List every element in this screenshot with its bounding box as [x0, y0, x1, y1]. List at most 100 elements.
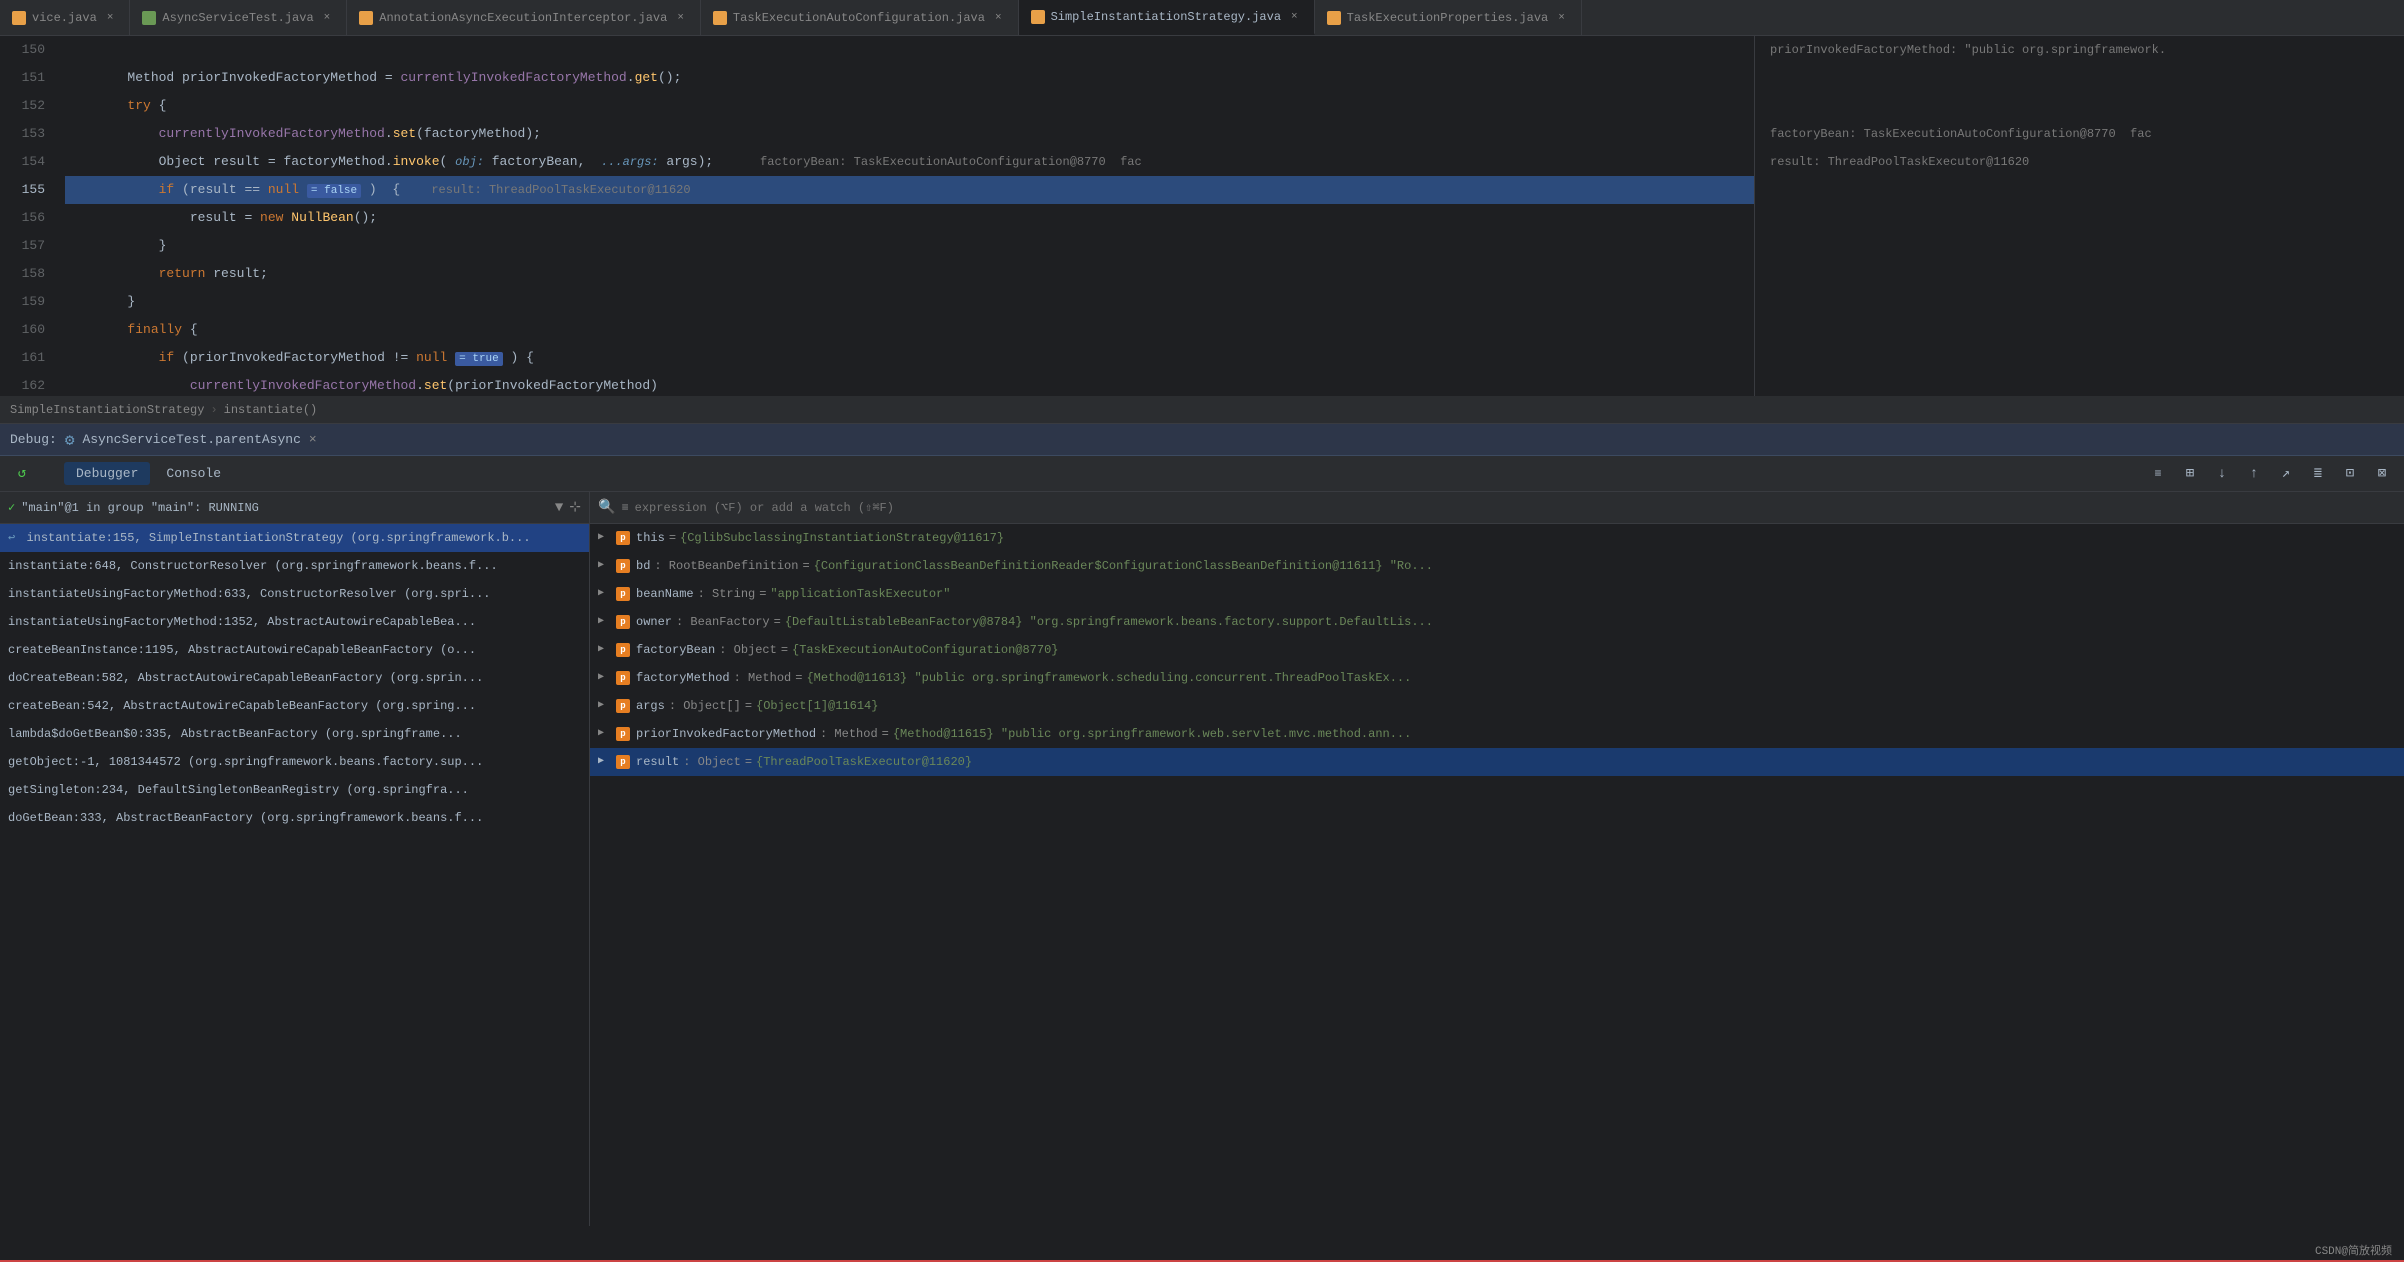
- var-beanname-value: "applicationTaskExecutor": [770, 580, 950, 608]
- line-153: 153: [0, 120, 45, 148]
- tab-close-task-exec[interactable]: ×: [991, 10, 1006, 26]
- code-editor: 150 151 152 153 154 155 156 157 158 159 …: [0, 36, 2404, 396]
- expand-factorybean-icon[interactable]: ▶: [598, 636, 610, 664]
- tab-close-simple[interactable]: ×: [1287, 9, 1302, 25]
- code-line-150: [65, 36, 1754, 64]
- var-factorybean-eq: =: [781, 636, 788, 664]
- var-args-name: args: [636, 692, 665, 720]
- tab-label-annotation: AnnotationAsyncExecutionInterceptor.java: [379, 11, 667, 25]
- var-prior-type: : Method: [820, 720, 878, 748]
- tab-annotation[interactable]: AnnotationAsyncExecutionInterceptor.java…: [347, 0, 701, 35]
- debug-close[interactable]: ×: [309, 432, 317, 447]
- tab-vice[interactable]: vice.java ×: [0, 0, 130, 35]
- stack-frame-9[interactable]: getSingleton:234, DefaultSingletonBeanRe…: [0, 776, 589, 804]
- tab-close-task-props[interactable]: ×: [1554, 10, 1569, 26]
- debug-btn-evaluate[interactable]: ≣: [2304, 460, 2332, 488]
- expand-prior-icon[interactable]: ▶: [598, 720, 610, 748]
- var-this-name: this: [636, 524, 665, 552]
- debug-btn-step-over[interactable]: ⊞: [2176, 460, 2204, 488]
- breadcrumb-method[interactable]: instantiate(): [224, 403, 318, 417]
- stack-frame-2[interactable]: instantiateUsingFactoryMethod:633, Const…: [0, 580, 589, 608]
- tab-simple-instantiation[interactable]: SimpleInstantiationStrategy.java ×: [1019, 0, 1315, 35]
- expand-factorymethod-icon[interactable]: ▶: [598, 664, 610, 692]
- var-bd-name: bd: [636, 552, 650, 580]
- thread-status-text: "main"@1 in group "main": RUNNING: [21, 501, 259, 515]
- breadcrumb: SimpleInstantiationStrategy › instantiat…: [0, 396, 2404, 424]
- var-bd[interactable]: ▶ p bd : RootBeanDefinition = {Configura…: [590, 552, 2404, 580]
- tab-icon-task-props: [1327, 11, 1341, 25]
- expand-beanname-icon[interactable]: ▶: [598, 580, 610, 608]
- var-beanname-eq: =: [759, 580, 766, 608]
- var-search-input[interactable]: [635, 501, 2396, 515]
- var-this[interactable]: ▶ p this = {CglibSubclassingInstantiatio…: [590, 524, 2404, 552]
- stack-frame-6[interactable]: createBean:542, AbstractAutowireCapableB…: [0, 692, 589, 720]
- debug-restart-btn[interactable]: ↺: [8, 460, 36, 488]
- tab-async-service[interactable]: AsyncServiceTest.java ×: [130, 0, 347, 35]
- var-factory-method[interactable]: ▶ p factoryMethod : Method = {Method@116…: [590, 664, 2404, 692]
- tab-close-async[interactable]: ×: [320, 10, 335, 26]
- var-bd-icon: p: [616, 559, 630, 573]
- bottom-bar-text: CSDN@简放视频: [2315, 1246, 2392, 1258]
- stack-frame-4-label: createBeanInstance:1195, AbstractAutowir…: [8, 643, 476, 657]
- stack-frame-3[interactable]: instantiateUsingFactoryMethod:1352, Abst…: [0, 608, 589, 636]
- stack-frame-0[interactable]: ↩ instantiate:155, SimpleInstantiationSt…: [0, 524, 589, 552]
- expand-this-icon[interactable]: ▶: [598, 524, 610, 552]
- debug-label: Debug:: [10, 432, 57, 447]
- stack-frame-2-label: instantiateUsingFactoryMethod:633, Const…: [8, 587, 490, 601]
- var-prior-factory-method[interactable]: ▶ p priorInvokedFactoryMethod : Method =…: [590, 720, 2404, 748]
- var-factory-bean[interactable]: ▶ p factoryBean : Object = {TaskExecutio…: [590, 636, 2404, 664]
- var-beanname-type: : String: [698, 580, 756, 608]
- line-158: 158: [0, 260, 45, 288]
- var-result[interactable]: ▶ p result : Object = {ThreadPoolTaskExe…: [590, 748, 2404, 776]
- filter-funnel-icon[interactable]: ⊹: [569, 499, 581, 516]
- code-line-157: ● }: [65, 232, 1754, 260]
- expand-args-icon[interactable]: ▶: [598, 692, 610, 720]
- tab-task-exec[interactable]: TaskExecutionAutoConfiguration.java ×: [701, 0, 1019, 35]
- stack-frame-4[interactable]: createBeanInstance:1195, AbstractAutowir…: [0, 636, 589, 664]
- return-arrow-icon: ↩: [8, 531, 15, 545]
- code-line-162: currentlyInvokedFactoryMethod.set(priorI…: [65, 372, 1754, 396]
- stack-frame-8[interactable]: getObject:-1, 1081344572 (org.springfram…: [0, 748, 589, 776]
- stack-frame-1[interactable]: instantiate:648, ConstructorResolver (or…: [0, 552, 589, 580]
- debug-session[interactable]: AsyncServiceTest.parentAsync: [82, 432, 300, 447]
- tab-icon-annotation: [359, 11, 373, 25]
- var-this-value: {CglibSubclassingInstantiationStrategy@1…: [680, 524, 1004, 552]
- expand-result-icon[interactable]: ▶: [598, 748, 610, 776]
- code-line-159: }: [65, 288, 1754, 316]
- var-args[interactable]: ▶ p args : Object[] = {Object[1]@11614}: [590, 692, 2404, 720]
- stack-frame-5[interactable]: doCreateBean:582, AbstractAutowireCapabl…: [0, 664, 589, 692]
- debug-btn-run-cursor[interactable]: ↗: [2272, 460, 2300, 488]
- var-owner-type: : BeanFactory: [676, 608, 770, 636]
- debug-tab-debugger[interactable]: Debugger: [64, 462, 150, 485]
- debug-tab-console[interactable]: Console: [154, 462, 233, 485]
- tab-task-props[interactable]: TaskExecutionProperties.java ×: [1315, 0, 1582, 35]
- line-156: 156: [0, 204, 45, 232]
- tab-icon-task-exec: [713, 11, 727, 25]
- debug-btn-step-into[interactable]: ↓: [2208, 460, 2236, 488]
- stack-frame-10[interactable]: doGetBean:333, AbstractBeanFactory (org.…: [0, 804, 589, 832]
- debug-btn-step-out[interactable]: ↑: [2240, 460, 2268, 488]
- stack-frame-6-label: createBean:542, AbstractAutowireCapableB…: [8, 699, 476, 713]
- debug-main-area: ✓ "main"@1 in group "main": RUNNING ▼ ⊹ …: [0, 492, 2404, 1226]
- line-161: 161: [0, 344, 45, 372]
- debug-btn-table[interactable]: ⊡: [2336, 460, 2364, 488]
- var-beanname[interactable]: ▶ p beanName : String = "applicationTask…: [590, 580, 2404, 608]
- var-factorybean-type: : Object: [719, 636, 777, 664]
- var-owner[interactable]: ▶ p owner : BeanFactory = {DefaultListab…: [590, 608, 2404, 636]
- expand-bd-icon[interactable]: ▶: [598, 552, 610, 580]
- debug-left-panel: ✓ "main"@1 in group "main": RUNNING ▼ ⊹ …: [0, 492, 590, 1226]
- tab-close-annotation[interactable]: ×: [673, 10, 688, 26]
- stack-frame-7[interactable]: lambda$doGetBean$0:335, AbstractBeanFact…: [0, 720, 589, 748]
- debug-btn-export[interactable]: ⊠: [2368, 460, 2396, 488]
- var-result-eq: =: [745, 748, 752, 776]
- debug-btn-frames[interactable]: ≡: [2144, 460, 2172, 488]
- var-owner-icon: p: [616, 615, 630, 629]
- tab-close-vice[interactable]: ×: [103, 10, 118, 26]
- filter-icon[interactable]: ▼: [555, 500, 563, 516]
- stack-frame-7-label: lambda$doGetBean$0:335, AbstractBeanFact…: [8, 727, 462, 741]
- line-159: 159: [0, 288, 45, 316]
- code-line-154: Object result = factoryMethod.invoke( ob…: [65, 148, 1754, 176]
- tab-icon-vice: [12, 11, 26, 25]
- expand-owner-icon[interactable]: ▶: [598, 608, 610, 636]
- breadcrumb-class[interactable]: SimpleInstantiationStrategy: [10, 403, 204, 417]
